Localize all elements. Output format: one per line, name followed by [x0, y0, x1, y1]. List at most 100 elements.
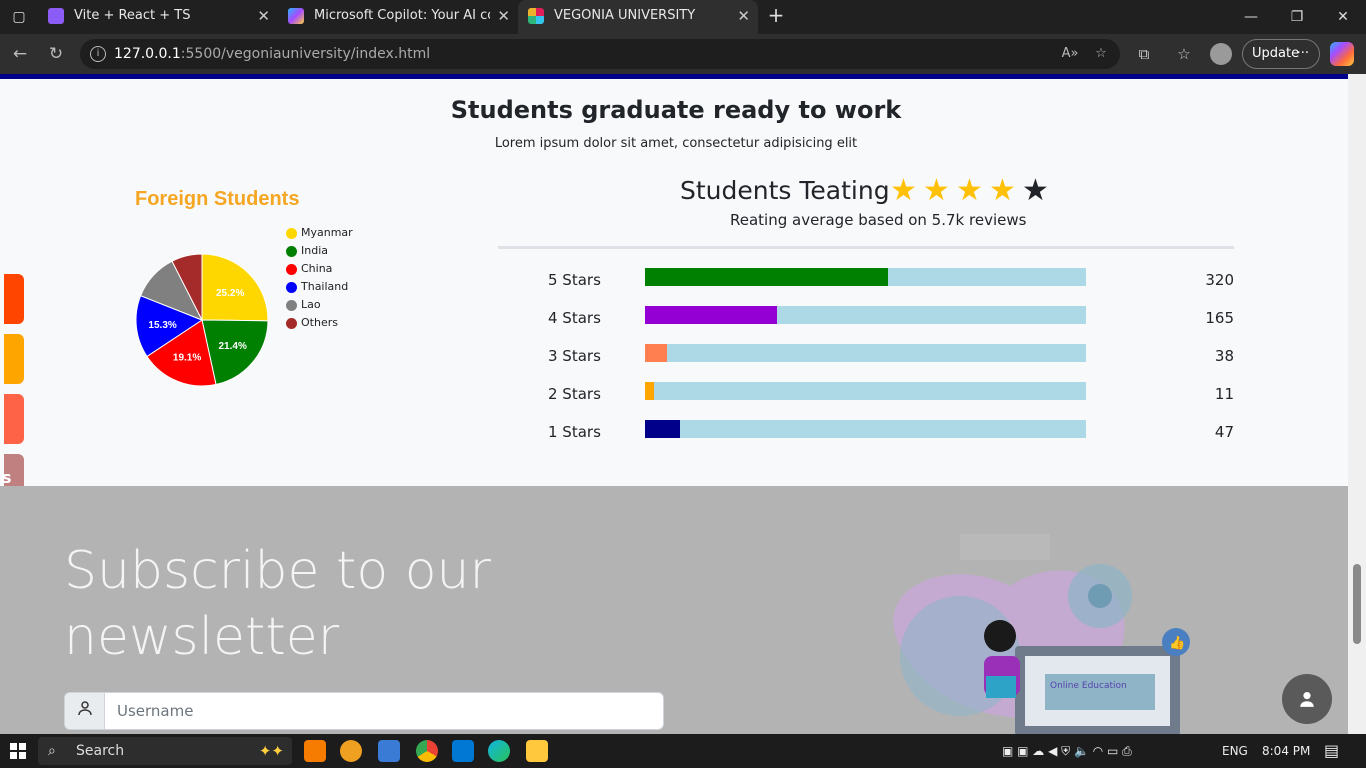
update-button[interactable]: Update ··· — [1242, 39, 1320, 69]
rating-row: 4 Stars 165 — [548, 306, 1238, 328]
legend-item: Myanmar — [286, 226, 353, 244]
online-education-illustration: Online Education 👍 — [893, 534, 1190, 734]
xampp-app-icon[interactable] — [304, 740, 326, 762]
legend-label: Lao — [301, 298, 321, 311]
legend-label: Myanmar — [301, 226, 353, 239]
address-toolbar: ← ↻ i 127.0.0.1:5500/vegoniauniversity/i… — [0, 34, 1366, 74]
minimize-button[interactable]: — — [1228, 0, 1274, 34]
legend-item: Thailand — [286, 280, 353, 298]
newsletter-section: Subscribe to our newsletter Online Educa… — [0, 486, 1348, 734]
tab-actions-icon[interactable]: ▢ — [8, 6, 30, 28]
back-button[interactable]: ← — [8, 42, 32, 66]
close-icon[interactable]: ✕ — [737, 0, 750, 32]
legend-label: India — [301, 244, 328, 257]
page-viewport: Students graduate ready to work Lorem ip… — [0, 74, 1366, 734]
vscode-app-icon[interactable] — [452, 740, 474, 762]
profile-avatar[interactable] — [1210, 43, 1232, 65]
star-empty-icon: ★ — [1022, 173, 1049, 208]
windows-taskbar: ⌕ Search ✦✦ ▣ ▣ ☁ ◀ ⛨ 🔈 ◠ ▭ ⎙ ENG 8:04 PM … — [0, 734, 1366, 768]
rating-bar — [645, 344, 1086, 362]
read-aloud-icon[interactable]: A» — [1060, 44, 1080, 64]
rating-bar — [645, 306, 1086, 324]
url-text[interactable]: 127.0.0.1:5500/vegoniauniversity/index.h… — [114, 39, 430, 69]
notification-icon[interactable]: ▤ — [1324, 734, 1339, 768]
rating-row: 3 Stars 38 — [548, 344, 1238, 366]
rating-bar — [645, 268, 1086, 286]
tab-copilot[interactable]: Microsoft Copilot: Your AI compan ✕ — [278, 0, 518, 34]
legend-dot-icon — [286, 318, 297, 329]
rating-title: Students Teating — [680, 176, 890, 205]
pet-app-icon[interactable] — [340, 740, 362, 762]
rating-count: 165 — [1205, 309, 1234, 327]
scrollbar-thumb[interactable] — [1353, 564, 1361, 644]
rating-bar — [645, 382, 1086, 400]
language-indicator[interactable]: ENG — [1222, 734, 1248, 768]
taskbar-search[interactable]: ⌕ Search ✦✦ — [38, 737, 292, 765]
browser-tab-bar: ▢ Vite + React + TS ✕ Microsoft Copilot:… — [0, 0, 1366, 34]
pie-data-label: 25.2% — [216, 288, 244, 299]
tray-icons[interactable]: ▣ ▣ ☁ ◀ ⛨ 🔈 ◠ ▭ ⎙ — [1002, 734, 1132, 768]
close-icon[interactable]: ✕ — [257, 0, 270, 32]
tab-vegonia[interactable]: VEGONIA UNIVERSITY ✕ — [518, 0, 758, 34]
chrome-app-icon[interactable] — [416, 740, 438, 762]
user-fab-button[interactable] — [1282, 674, 1332, 724]
illustration-caption: Online Education — [1050, 681, 1127, 691]
favorites-icon[interactable]: ☆ — [1172, 42, 1196, 66]
legend-label: China — [301, 262, 333, 275]
edge-app-icon[interactable] — [488, 740, 510, 762]
pie-data-label: 15.3% — [148, 320, 176, 331]
legend-label: Thailand — [301, 280, 349, 293]
rating-subtitle: Reating average based on 5.7k reviews — [730, 211, 1027, 229]
tab-title: Microsoft Copilot: Your AI compan — [314, 8, 490, 23]
foreign-students-pie-chart: 25.2% 21.4% 19.1% 15.3% — [135, 253, 269, 387]
pie-data-label: 21.4% — [218, 341, 246, 352]
tab-vite[interactable]: Vite + React + TS ✕ — [38, 0, 278, 34]
user-icon — [65, 693, 105, 729]
rating-label: 1 Stars — [548, 423, 601, 441]
legend-dot-icon — [286, 300, 297, 311]
username-input-group — [64, 692, 664, 730]
side-tab-3[interactable] — [4, 394, 24, 444]
restore-button[interactable]: ❐ — [1274, 0, 1320, 34]
sparkle-icon: ✦✦ — [258, 742, 284, 760]
close-icon[interactable]: ✕ — [497, 0, 510, 32]
rating-count: 38 — [1214, 347, 1234, 365]
rating-bar — [645, 420, 1086, 438]
legend-dot-icon — [286, 282, 297, 293]
rating-bar-fill — [645, 306, 778, 324]
page-scrollbar[interactable] — [1348, 74, 1366, 734]
address-bar[interactable]: i 127.0.0.1:5500/vegoniauniversity/index… — [80, 39, 1120, 69]
rating-bar-fill — [645, 344, 668, 362]
rating-label: 5 Stars — [548, 271, 601, 289]
favorite-star-icon[interactable]: ☆ — [1091, 44, 1111, 64]
slack-icon — [528, 8, 544, 24]
section-heading: Students graduate ready to work — [450, 96, 902, 124]
computer-app-icon[interactable] — [378, 740, 400, 762]
clock[interactable]: 8:04 PM — [1262, 734, 1310, 768]
legend-item: Others — [286, 316, 353, 334]
windows-start-icon[interactable] — [10, 743, 26, 759]
foreign-students-title: Foreign Students — [135, 188, 300, 210]
new-tab-button[interactable]: + — [764, 4, 788, 28]
username-input[interactable] — [105, 693, 663, 729]
search-icon: ⌕ — [48, 743, 56, 759]
svg-text:👍: 👍 — [1169, 635, 1185, 651]
side-tab-2[interactable] — [4, 334, 24, 384]
star-filled-icon: ★ — [989, 173, 1016, 208]
copilot-icon[interactable] — [1330, 42, 1354, 66]
legend-dot-icon — [286, 246, 297, 257]
file-explorer-icon[interactable] — [526, 740, 548, 762]
extensions-icon[interactable]: ⧉ — [1132, 42, 1156, 66]
tab-title: VEGONIA UNIVERSITY — [554, 8, 696, 23]
pie-legend: Myanmar India China Thailand Lao Others — [286, 226, 353, 334]
pie-data-label: 19.1% — [173, 353, 201, 364]
refresh-button[interactable]: ↻ — [44, 42, 68, 66]
rating-stars: ★ ★ ★ ★ ★ — [890, 174, 1055, 208]
top-border — [0, 74, 1348, 79]
side-tab-1[interactable] — [4, 274, 24, 324]
close-window-button[interactable]: ✕ — [1320, 0, 1366, 34]
rating-label: 4 Stars — [548, 309, 601, 327]
info-icon[interactable]: i — [90, 46, 106, 62]
legend-item: India — [286, 244, 353, 262]
star-filled-icon: ★ — [890, 173, 917, 208]
